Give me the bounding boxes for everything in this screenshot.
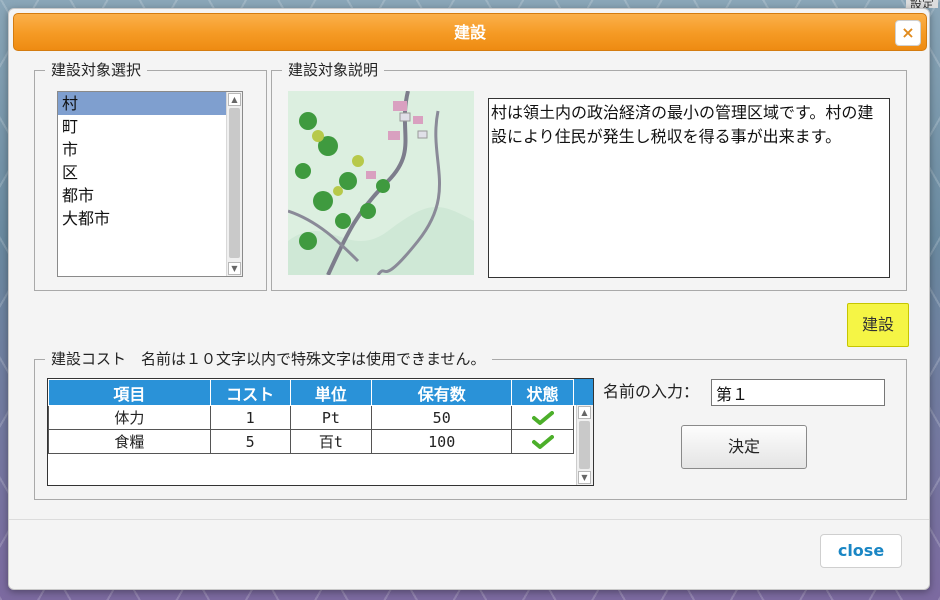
title-bar[interactable]: 建設 × (13, 13, 927, 51)
target-description-legend: 建設対象説明 (288, 61, 379, 79)
table-header-row: 項目 コスト 単位 保有数 状態 (48, 379, 574, 406)
cell-cost: 1 (209, 405, 291, 430)
header-item[interactable]: 項目 (48, 379, 211, 406)
name-input[interactable] (711, 379, 885, 406)
scroll-thumb[interactable] (579, 421, 590, 469)
decide-button[interactable]: 決定 (681, 425, 807, 469)
header-unit[interactable]: 単位 (289, 379, 373, 406)
list-item-ward[interactable]: 区 (58, 161, 226, 184)
check-icon (531, 434, 554, 449)
scroll-thumb[interactable] (229, 108, 240, 258)
build-button[interactable]: 建設 (847, 303, 909, 347)
dialog-title: 建設 (453, 23, 486, 42)
footer-divider (9, 519, 929, 520)
cell-status (511, 405, 574, 430)
list-item-big-metro[interactable]: 大都市 (58, 207, 226, 230)
cell-unit: 百t (289, 429, 373, 454)
header-held[interactable]: 保有数 (371, 379, 513, 406)
list-item-city[interactable]: 市 (58, 138, 226, 161)
list-item-metro[interactable]: 都市 (58, 184, 226, 207)
list-item-town[interactable]: 町 (58, 115, 226, 138)
header-status[interactable]: 状態 (511, 379, 574, 406)
close-button[interactable]: close (820, 534, 902, 568)
village-map-image (288, 91, 474, 275)
cell-held: 100 (371, 429, 513, 454)
table-scrollbar[interactable]: ▲ ▼ (576, 405, 593, 485)
cell-item: 体力 (48, 405, 211, 430)
list-item-village[interactable]: 村 (58, 92, 226, 115)
description-text: 村は領土内の政治経済の最小の管理区域です。村の建設により住民が発生し税収を得る事… (488, 98, 890, 278)
cell-held: 50 (371, 405, 513, 430)
target-select-legend: 建設対象選択 (51, 61, 142, 79)
cost-table: 項目 コスト 単位 保有数 状態 体力 1 Pt 50 食糧 5 百t 100 (48, 379, 574, 454)
background-tag: 設定 (905, 0, 938, 8)
cost-legend: 建設コスト 名前は１０文字以内で特殊文字は使用できません。 (51, 350, 486, 368)
header-cost[interactable]: コスト (209, 379, 291, 406)
table-row[interactable]: 食糧 5 百t 100 (48, 429, 574, 454)
scroll-down-icon[interactable]: ▼ (578, 471, 591, 484)
close-icon[interactable]: × (895, 20, 921, 46)
listbox-scrollbar[interactable]: ▲ ▼ (226, 92, 242, 276)
scroll-up-icon[interactable]: ▲ (228, 93, 241, 106)
name-input-label: 名前の入力： (603, 382, 700, 401)
cell-status (511, 429, 574, 454)
cost-table-container: 項目 コスト 単位 保有数 状態 体力 1 Pt 50 食糧 5 百t 100 … (47, 378, 594, 486)
scroll-down-icon[interactable]: ▼ (228, 262, 241, 275)
scroll-up-icon[interactable]: ▲ (578, 406, 591, 419)
check-icon (531, 410, 554, 425)
target-listbox[interactable]: 村 町 市 区 都市 大都市 ▲ ▼ (57, 91, 243, 277)
cell-unit: Pt (289, 405, 373, 430)
table-header-spacer (574, 379, 593, 405)
cell-item: 食糧 (48, 429, 211, 454)
table-row[interactable]: 体力 1 Pt 50 (48, 405, 574, 430)
cell-cost: 5 (209, 429, 291, 454)
build-dialog: 建設 × 建設対象選択 村 町 市 区 都市 大都市 ▲ ▼ 建設対象説明 村は… (8, 8, 930, 590)
